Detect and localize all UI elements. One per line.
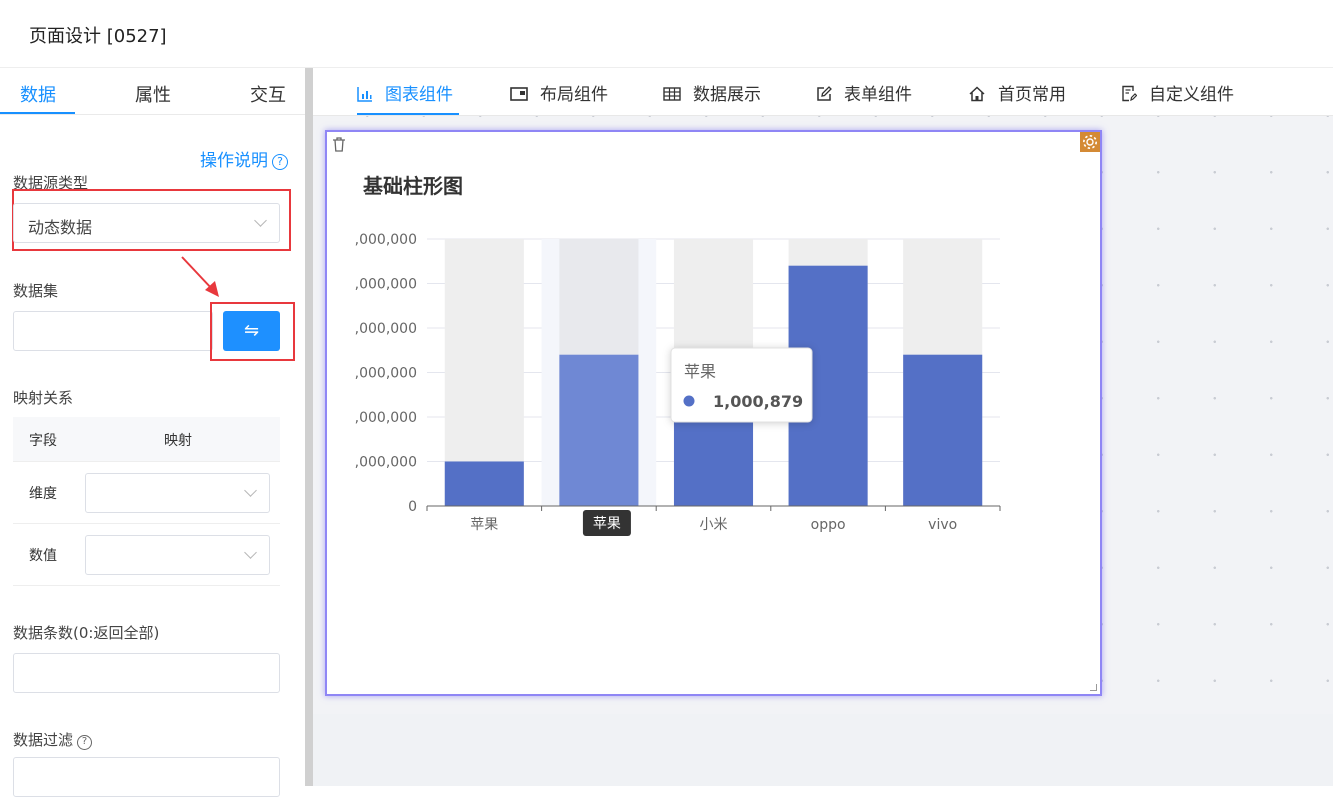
data-filter-label: 数据过滤? <box>13 729 93 750</box>
tab-home-common[interactable]: 首页常用 <box>968 80 1066 105</box>
value-select[interactable] <box>85 535 270 575</box>
left-config-panel: 数据 属性 交互 操作说明? 数据源类型 动态数据 数据集 ⇋ 映射关系 字段 … <box>0 68 305 797</box>
bar <box>903 354 983 506</box>
y-tick-label: ,000,000 <box>355 232 417 248</box>
y-tick-label: ,000,000 <box>355 455 417 471</box>
data-count-label: 数据条数(0:返回全部) <box>13 624 160 642</box>
component-tabs: 图表组件 布局组件 数据展示 表单组件 首页常用 自定义组件 <box>313 68 1333 116</box>
dataset-input[interactable] <box>13 311 213 351</box>
dataset-label: 数据集 <box>13 282 59 300</box>
bar-chart: 0 ,000,000 ,000,000 ,000,000 ,000,000 ,000,00… <box>355 232 1001 536</box>
tab-form-components[interactable]: 表单组件 <box>816 80 912 105</box>
tab-layout-components[interactable]: 布局组件 <box>510 80 608 105</box>
x-tick-label: 苹果 <box>470 517 498 533</box>
tooltip-value: 1,000,879 <box>713 392 803 411</box>
data-filter-text: 数据过滤 <box>13 731 74 749</box>
tooltip-category: 苹果 <box>684 362 716 381</box>
form-edit-icon <box>817 86 832 101</box>
swap-icon: ⇋ <box>243 320 260 341</box>
tab-data[interactable]: 数据 <box>20 81 56 107</box>
mapping-label: 映射关系 <box>13 389 74 407</box>
x-tick-label: vivo <box>928 517 957 533</box>
tab-label: 首页常用 <box>998 85 1066 105</box>
panel-scrollbar[interactable] <box>305 68 313 786</box>
mapping-row-label: 数值 <box>29 548 57 564</box>
chart-widget[interactable]: 基础柱形图 0,000,000,000,000,000,000,000,000,… <box>325 130 1102 696</box>
y-tick-label: ,000,000 <box>355 277 417 293</box>
chevron-down-icon <box>254 214 267 227</box>
design-canvas[interactable]: 基础柱形图 0,000,000,000,000,000,000,000,000,… <box>313 116 1333 714</box>
design-area: 图表组件 布局组件 数据展示 表单组件 首页常用 自定义组件 基础柱形图 0,0… <box>313 68 1333 786</box>
custom-file-icon <box>1122 85 1138 102</box>
swap-dataset-button[interactable]: ⇋ <box>223 311 280 351</box>
tab-label: 表单组件 <box>844 85 912 105</box>
y-tick-label: ,000,000 <box>355 410 417 426</box>
tab-label: 布局组件 <box>540 85 608 105</box>
config-tabs: 数据 属性 交互 <box>0 68 305 115</box>
active-component-tab-indicator <box>357 113 459 115</box>
tab-chart-components[interactable]: 图表组件 <box>357 80 453 105</box>
tab-label: 自定义组件 <box>1149 85 1234 105</box>
tab-data-display[interactable]: 数据展示 <box>663 80 761 105</box>
top-header: 页面设计 [0527] <box>0 0 1333 68</box>
tab-custom-components[interactable]: 自定义组件 <box>1121 80 1234 105</box>
dimension-select[interactable] <box>85 473 270 513</box>
active-tab-indicator <box>0 112 75 114</box>
mapping-header-field: 字段 <box>29 433 57 449</box>
data-count-input[interactable] <box>13 653 280 693</box>
table-icon <box>663 87 681 101</box>
mapping-row-value: 数值 <box>13 524 280 586</box>
bar <box>444 461 524 506</box>
layout-icon <box>510 87 528 101</box>
datasource-type-value: 动态数据 <box>28 218 93 237</box>
operation-help-link[interactable]: 操作说明? <box>200 146 288 171</box>
x-tick-label: oppo <box>811 517 846 533</box>
annotation-arrow <box>181 256 219 297</box>
y-tick-label: ,000,000 <box>355 366 417 382</box>
resize-handle[interactable] <box>1090 684 1097 691</box>
home-icon <box>969 86 985 102</box>
tab-label: 数据展示 <box>693 85 761 105</box>
y-tick-label: ,000,000 <box>355 321 417 337</box>
bar <box>559 354 639 506</box>
mapping-header-map: 映射 <box>164 433 192 449</box>
question-icon: ? <box>77 735 93 750</box>
page-title: 页面设计 [0527] <box>29 26 167 47</box>
mapping-row-dimension: 维度 <box>13 462 280 524</box>
tab-interaction[interactable]: 交互 <box>250 81 286 107</box>
question-icon: ? <box>272 154 288 170</box>
chevron-down-icon <box>244 484 257 497</box>
axis-pointer-label: 苹果 <box>593 516 621 532</box>
help-link-label: 操作说明 <box>200 151 268 171</box>
data-filter-input[interactable] <box>13 757 280 797</box>
tab-properties[interactable]: 属性 <box>135 81 171 107</box>
datasource-type-select[interactable]: 动态数据 <box>13 203 280 243</box>
tooltip-marker <box>683 395 695 407</box>
chevron-down-icon <box>244 546 257 559</box>
y-tick-label: 0 <box>408 499 417 515</box>
mapping-row-label: 维度 <box>29 486 57 502</box>
mapping-table-header: 字段 映射 <box>13 417 280 462</box>
x-tick-label: 小米 <box>700 517 728 533</box>
bar-chart-icon <box>357 87 372 102</box>
tab-label: 图表组件 <box>385 85 453 105</box>
